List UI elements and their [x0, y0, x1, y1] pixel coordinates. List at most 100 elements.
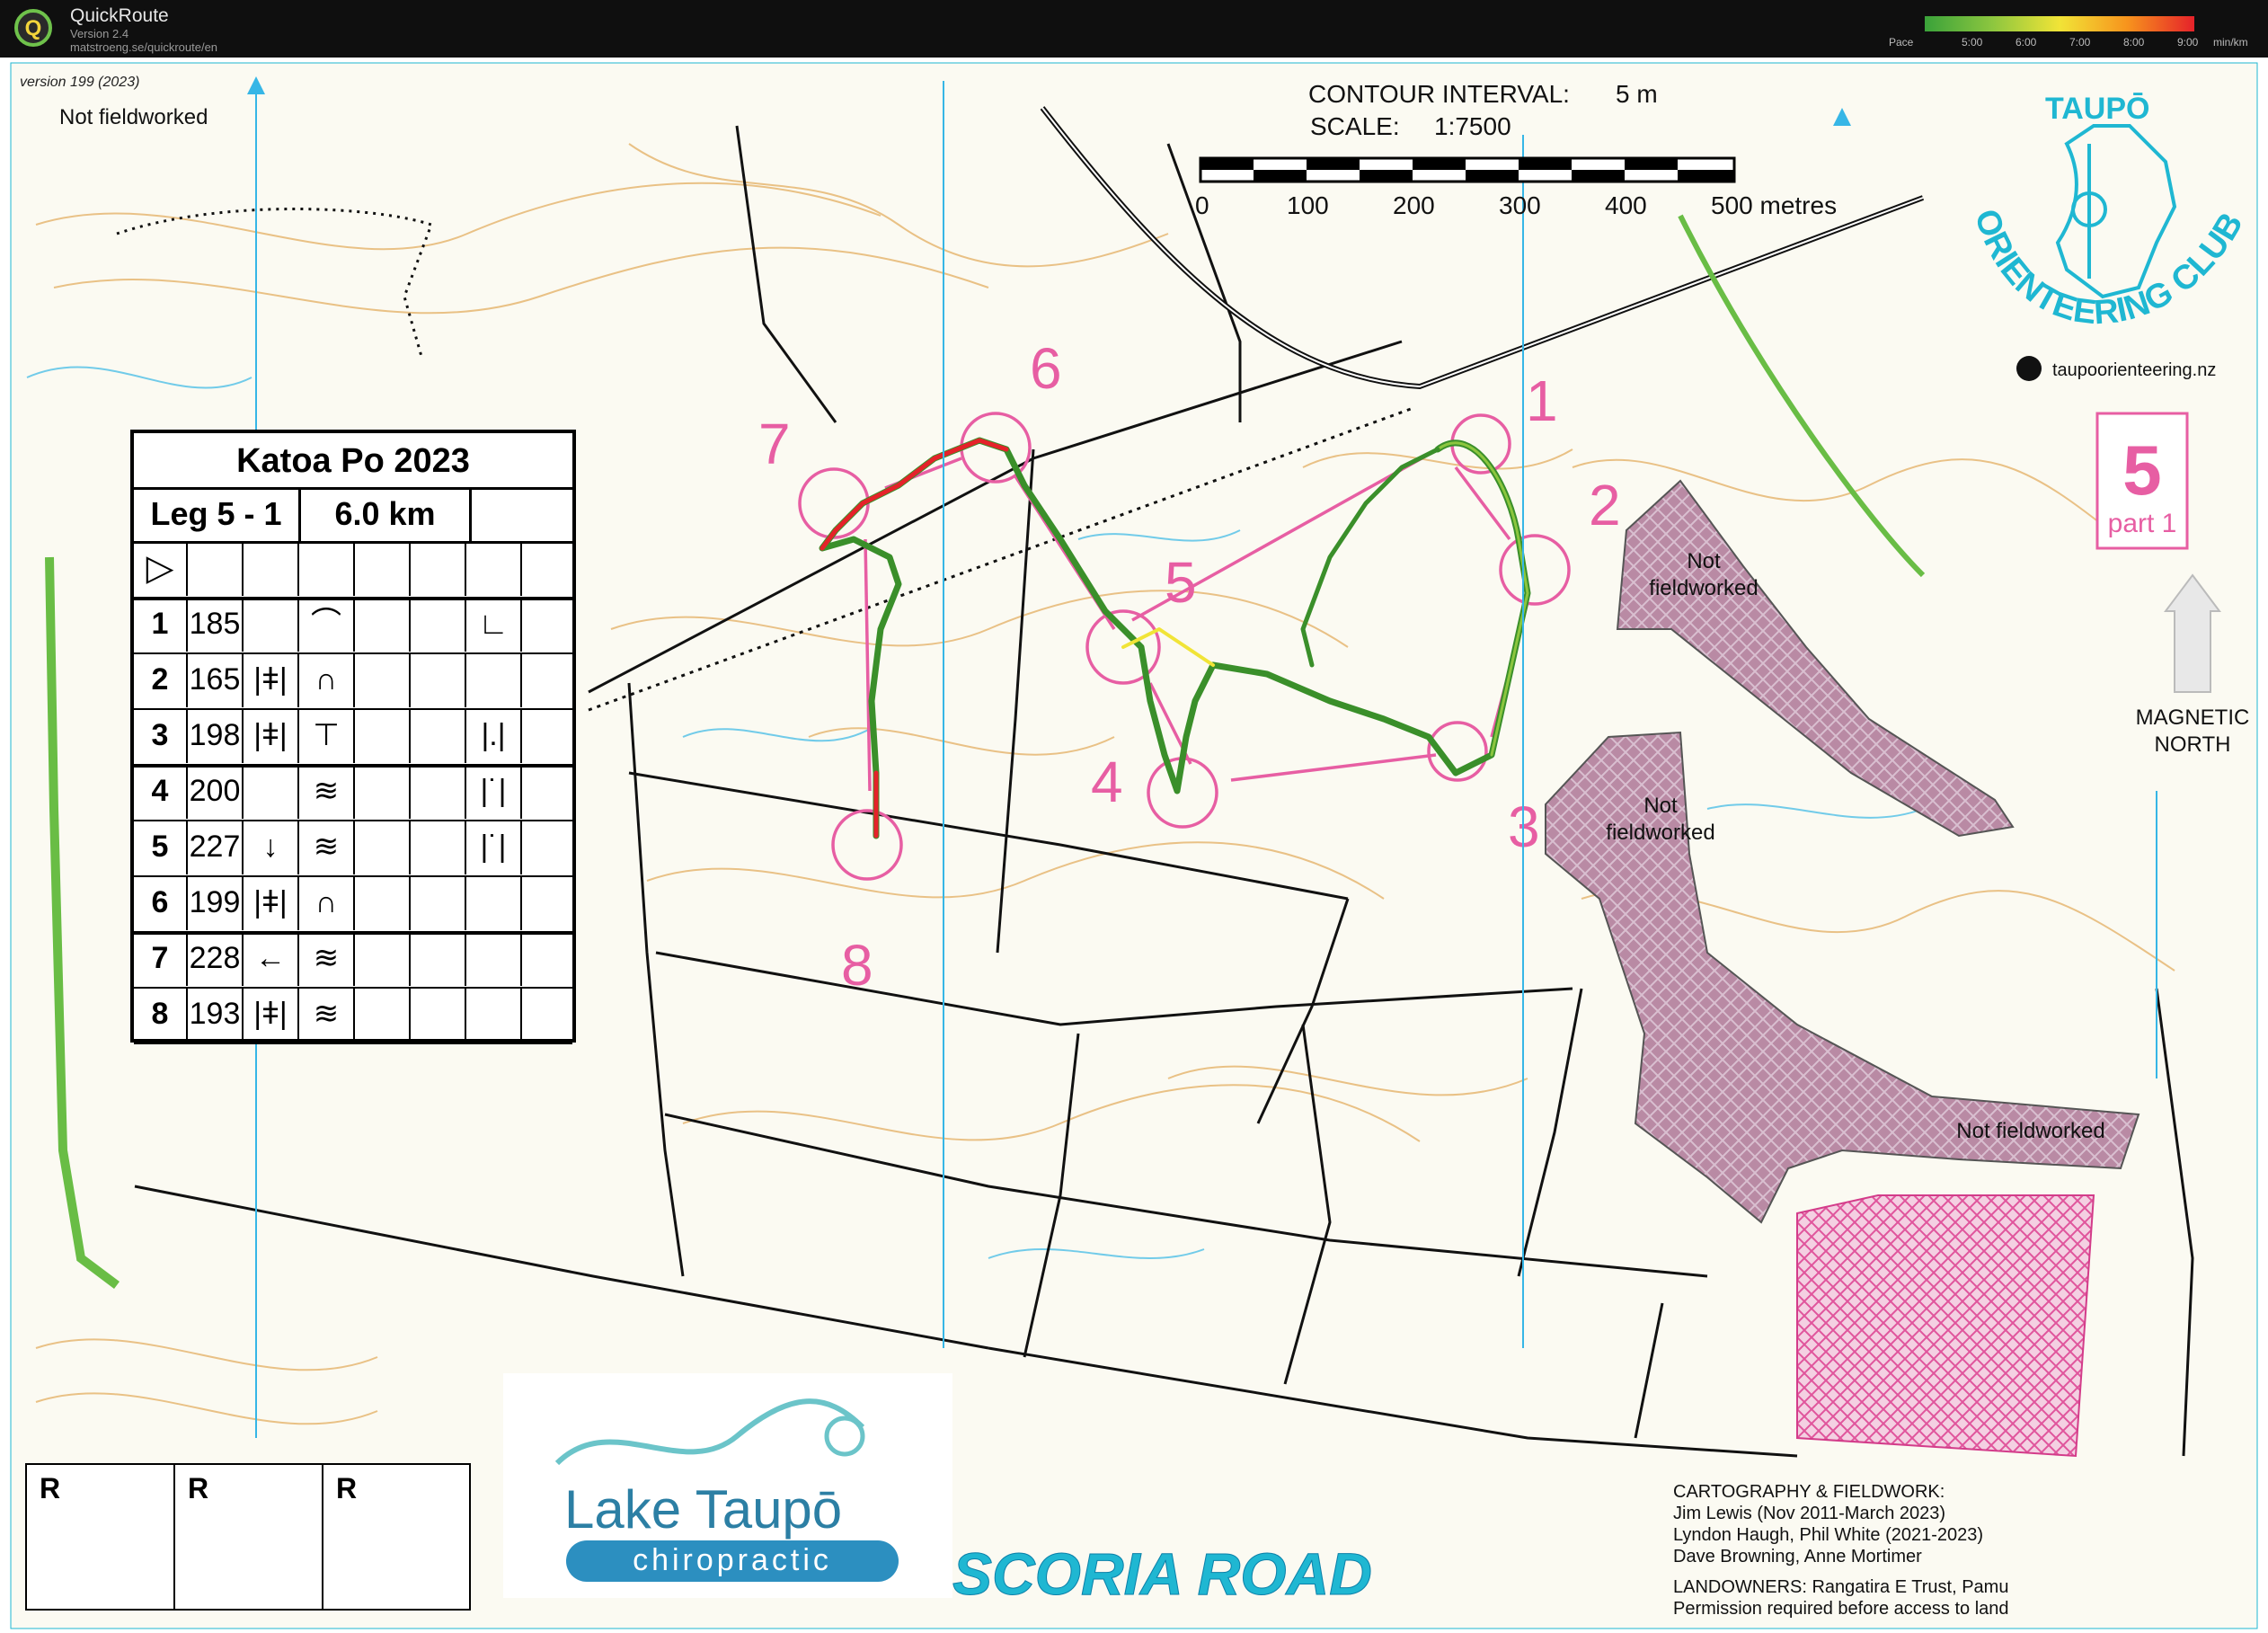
sponsor-logo: Lake Taupō chiropractic	[503, 1373, 952, 1598]
not-fieldworked-label: Not fieldworked	[59, 105, 208, 129]
row-col-h: ∟	[466, 597, 522, 652]
row-number: 1	[134, 597, 188, 652]
control-number: 6	[1030, 336, 1062, 401]
credit-line: Dave Browning, Anne Mortimer	[1673, 1547, 1922, 1566]
sponsor-line2: chiropractic	[633, 1543, 832, 1577]
scale-tick: 0	[1195, 191, 1209, 219]
row-number: 6	[134, 875, 188, 930]
row-col-e: ≋	[299, 764, 355, 819]
scale-value: 1:7500	[1434, 112, 1511, 140]
legend-leg: Leg 5 - 1	[134, 487, 301, 541]
table-row: 5 227 ↓ ≋ |˙|	[134, 820, 572, 877]
contour-value: 5 m	[1616, 80, 1658, 108]
row-number: 3	[134, 708, 188, 763]
control-number: 1	[1526, 368, 1558, 433]
pace-tick: 6:00	[2016, 36, 2037, 49]
control-descriptions: Katoa Po 2023 Leg 5 - 1 6.0 km ▷ 1 185 ⌒…	[130, 430, 576, 1044]
row-number: 8	[134, 987, 188, 1042]
credit-line: LANDOWNERS: Rangatira E Trust, Pamu	[1673, 1577, 2008, 1597]
club-name-top: TAUPŌ	[2045, 92, 2149, 126]
magnetic-north-line1: MAGNETIC	[2136, 706, 2250, 730]
row-col-d: |ǂ|	[244, 652, 299, 707]
row-col-h	[466, 875, 522, 930]
app-title-bar: Q QuickRoute Version 2.4 matstroeng.se/q…	[0, 0, 2268, 58]
table-row: 3 198 |ǂ| ⊤ |.|	[134, 708, 572, 768]
row-code: 228	[188, 931, 244, 986]
table-row: 7 228 ← ≋	[134, 931, 572, 989]
row-number: 7	[134, 931, 188, 986]
row-col-e: ⊤	[299, 708, 355, 763]
app-name: QuickRoute	[70, 5, 169, 26]
row-col-h	[466, 987, 522, 1042]
row-col-h: |˙|	[466, 820, 522, 874]
contour-label: CONTOUR INTERVAL:	[1308, 80, 1570, 108]
row-code: 185	[188, 597, 244, 652]
club-website: taupoorienteering.nz	[2052, 360, 2216, 380]
nf-area-label: fieldworked	[1606, 821, 1714, 845]
row-col-e: ∩	[299, 652, 355, 707]
control-number: 2	[1589, 473, 1621, 537]
course-number: 5	[2122, 430, 2161, 510]
row-code: 193	[188, 987, 244, 1042]
control-number: 8	[841, 933, 873, 998]
nf-area-label: Not	[1643, 794, 1678, 818]
table-row: 6 199 |ǂ| ∩	[134, 875, 572, 935]
scale-bar	[1199, 156, 1736, 183]
pace-tick: 8:00	[2123, 36, 2145, 49]
row-col-h	[466, 931, 522, 986]
row-col-d	[244, 764, 299, 819]
wave-icon	[554, 1398, 865, 1466]
start-icon: ▷	[134, 541, 188, 596]
control-number: 5	[1165, 550, 1197, 615]
legend-title: Katoa Po 2023	[134, 433, 572, 490]
area-name: SCORIA ROAD	[952, 1540, 1372, 1607]
course-part: part 1	[2108, 509, 2177, 538]
app-version: Version 2.4	[70, 27, 129, 40]
scale-tick: 100	[1287, 191, 1329, 219]
nf-area-label: Not	[1687, 549, 1721, 573]
row-col-d: ←	[244, 931, 299, 986]
scale-label: SCALE:	[1310, 112, 1400, 140]
scale-tick: 200	[1393, 191, 1435, 219]
nf-area-label: fieldworked	[1649, 576, 1758, 600]
row-col-d: |ǂ|	[244, 875, 299, 930]
row-col-e: ≋	[299, 820, 355, 874]
version-note: version 199 (2023)	[20, 75, 139, 90]
scale-tick: 400	[1605, 191, 1647, 219]
row-code: 199	[188, 875, 244, 930]
sponsor-line1: Lake Taupō	[564, 1479, 842, 1540]
row-number: 5	[134, 820, 188, 874]
svg-text:Q: Q	[25, 16, 42, 40]
scale-bar-ticks: 0 100 200 300 400 500 metres	[1195, 191, 1837, 219]
r-box: R	[27, 1465, 175, 1609]
pace-tick: 5:00	[1962, 36, 1983, 49]
row-col-e: ⌒	[299, 597, 355, 652]
restricted-area	[1796, 1194, 2095, 1458]
nf-area-label: Not fieldworked	[1956, 1119, 2104, 1143]
pace-tick: 7:00	[2069, 36, 2091, 49]
row-col-h: |˙|	[466, 764, 522, 819]
pace-tick: 9:00	[2177, 36, 2199, 49]
table-row: 2 165 |ǂ| ∩	[134, 652, 572, 710]
credit-line: CARTOGRAPHY & FIELDWORK:	[1673, 1482, 1945, 1502]
row-col-e: ∩	[299, 875, 355, 930]
row-code: 227	[188, 820, 244, 874]
table-row: 4 200 ≋ |˙|	[134, 764, 572, 821]
pace-label: Pace	[1889, 36, 1914, 49]
row-col-e: ≋	[299, 987, 355, 1042]
r-boxes: R R R	[25, 1463, 471, 1611]
row-col-d: |ǂ|	[244, 987, 299, 1042]
scale-tick: 500 metres	[1711, 191, 1837, 219]
app-url[interactable]: matstroeng.se/quickroute/en	[70, 40, 217, 54]
globe-icon	[2016, 356, 2042, 381]
table-row: ▷	[134, 541, 572, 600]
row-number: 4	[134, 764, 188, 819]
row-col-h	[466, 652, 522, 707]
row-col-h: |.|	[466, 708, 522, 763]
table-row: 8 193 |ǂ| ≋	[134, 987, 572, 1044]
table-row: 1 185 ⌒ ∟	[134, 597, 572, 654]
scale-tick: 300	[1499, 191, 1541, 219]
row-code: 165	[188, 652, 244, 707]
credit-line: Jim Lewis (Nov 2011-March 2023)	[1673, 1504, 1945, 1523]
row-col-d: ↓	[244, 820, 299, 874]
